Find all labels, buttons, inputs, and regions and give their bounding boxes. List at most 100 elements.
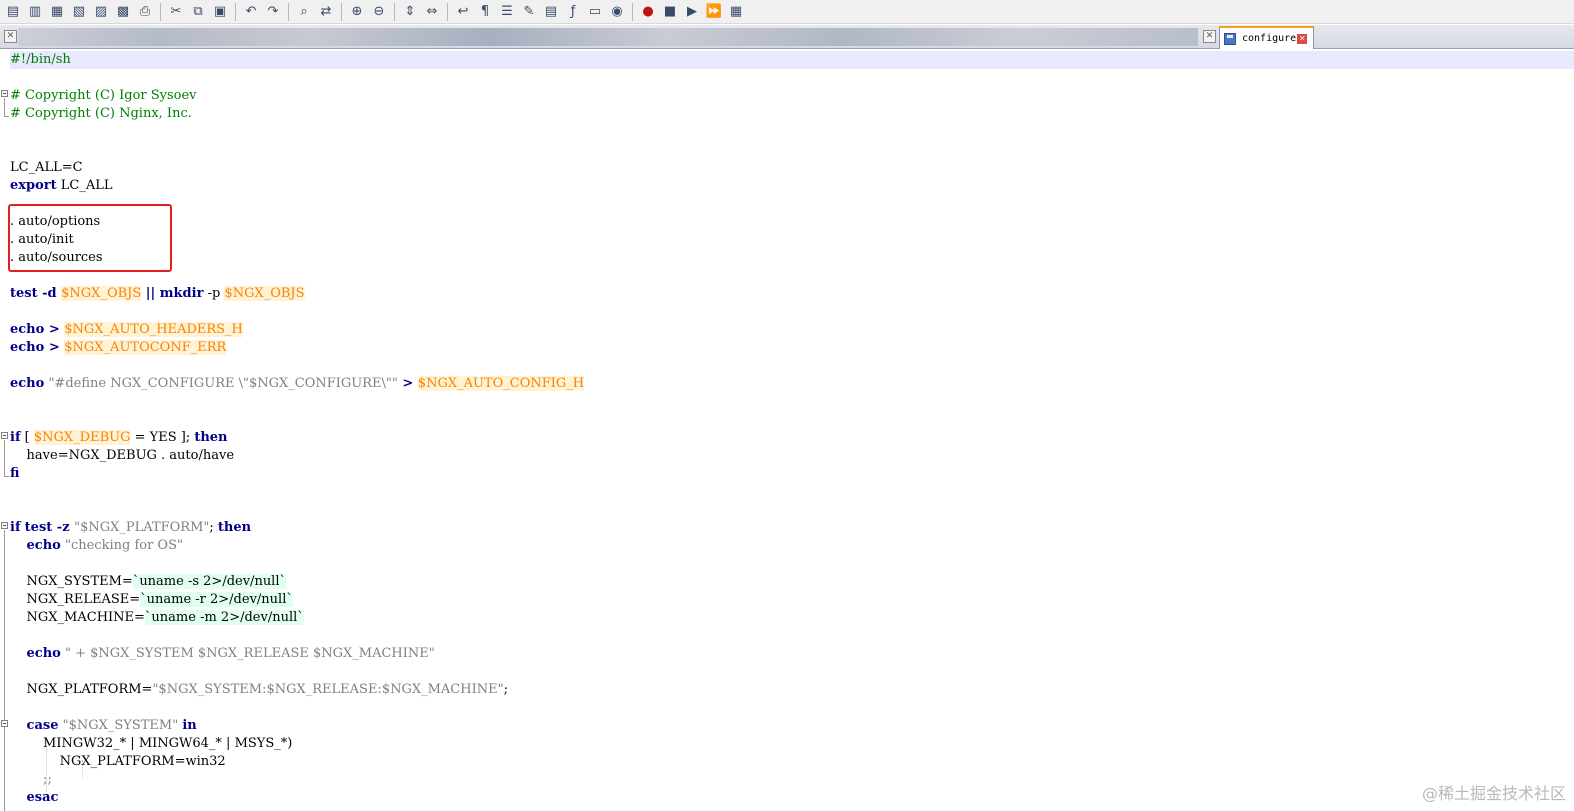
code-token: "checking for OS" xyxy=(60,538,183,553)
code-line[interactable]: echo > $NGX_AUTO_HEADERS_H xyxy=(10,321,243,339)
function-list-icon[interactable]: ƒ xyxy=(563,2,583,22)
code-line[interactable]: esac xyxy=(10,789,59,807)
open-file-icon[interactable]: ▥ xyxy=(25,2,45,22)
code-line[interactable]: echo > $NGX_AUTOCONF_ERR xyxy=(10,339,227,357)
code-line[interactable]: echo "checking for OS" xyxy=(10,537,183,555)
record-macro-icon[interactable]: ● xyxy=(638,2,658,22)
print-icon[interactable]: ⎙ xyxy=(135,2,155,22)
code-line[interactable]: case "$NGX_SYSTEM" in xyxy=(10,717,197,735)
code-line[interactable]: NGX_MACHINE=`uname -m 2>/dev/null` xyxy=(10,609,304,627)
code-token: || xyxy=(141,286,160,301)
code-token: have=NGX_DEBUG . auto/have xyxy=(10,448,235,463)
user-language-icon[interactable]: ✎ xyxy=(519,2,539,22)
code-token: `uname -m 2>/dev/null` xyxy=(144,610,304,625)
indent-guide-icon[interactable]: ☰ xyxy=(497,2,517,22)
code-line[interactable]: echo "#define NGX_CONFIGURE \"$NGX_CONFI… xyxy=(10,375,585,393)
close-icon[interactable]: ✕ xyxy=(1203,30,1216,43)
code-line[interactable]: have=NGX_DEBUG . auto/have xyxy=(10,447,235,465)
copy-icon[interactable]: ⧉ xyxy=(188,2,208,22)
code-token: LC_ALL xyxy=(56,178,113,193)
code-line[interactable]: if test -z "$NGX_PLATFORM"; then xyxy=(10,519,251,537)
code-token: if xyxy=(10,520,21,535)
tab-configure[interactable]: configure ✕ xyxy=(1219,26,1314,49)
code-line[interactable]: NGX_SYSTEM=`uname -s 2>/dev/null` xyxy=(10,573,287,591)
code-token: ; xyxy=(503,682,508,697)
code-line[interactable]: echo " + $NGX_SYSTEM $NGX_RELEASE $NGX_M… xyxy=(10,645,435,663)
fold-toggle-icon[interactable] xyxy=(1,720,8,727)
code-editor[interactable]: #!/bin/sh # Copyright (C) Igor Sysoev # Co… xyxy=(0,50,1574,811)
save-macro-icon[interactable]: ▦ xyxy=(726,2,746,22)
code-token: = YES ]; xyxy=(130,430,195,445)
play-macro-icon[interactable]: ▶ xyxy=(682,2,702,22)
zoom-in-icon[interactable]: ⊕ xyxy=(347,2,367,22)
sync-horizontal-icon[interactable]: ⇔ xyxy=(422,2,442,22)
tab-list-blurred[interactable] xyxy=(18,28,1198,46)
run-macro-multiple-icon[interactable]: ⏩ xyxy=(704,2,724,22)
code-line[interactable]: export LC_ALL xyxy=(10,177,113,195)
close-icon[interactable]: ▨ xyxy=(91,2,111,22)
stop-macro-icon[interactable]: ■ xyxy=(660,2,680,22)
fold-toggle-icon[interactable] xyxy=(1,432,8,439)
code-line[interactable]: MINGW32_* | MINGW64_* | MSYS_*) xyxy=(10,735,292,753)
toolbar-separator xyxy=(341,2,342,21)
code-token: $NGX_OBJS xyxy=(224,286,305,301)
folder-workspace-icon[interactable]: ▭ xyxy=(585,2,605,22)
code-token: export xyxy=(10,178,57,193)
monitoring-icon[interactable]: ◉ xyxy=(607,2,627,22)
replace-icon[interactable]: ⇄ xyxy=(316,2,336,22)
tab-bar: ✕ ✕ configure ✕ xyxy=(0,25,1574,49)
word-wrap-icon[interactable]: ↩ xyxy=(453,2,473,22)
code-line[interactable]: NGX_PLATFORM=win32 xyxy=(10,753,226,771)
code-token: `uname -r 2>/dev/null` xyxy=(140,592,293,607)
code-token: $NGX_AUTO_CONFIG_H xyxy=(417,376,585,391)
toolbar-separator xyxy=(394,2,395,21)
code-token: NGX_PLATFORM= xyxy=(10,682,153,697)
code-token: mkdir xyxy=(159,286,204,301)
code-token: -p xyxy=(203,286,225,301)
toolbar-separator xyxy=(632,2,633,21)
code-line[interactable]: fi xyxy=(10,465,19,483)
code-line[interactable]: NGX_RELEASE=`uname -r 2>/dev/null` xyxy=(10,591,293,609)
doc-map-icon[interactable]: ▤ xyxy=(541,2,561,22)
code-line[interactable]: # Copyright (C) Nginx, Inc. xyxy=(10,105,192,123)
sync-vertical-icon[interactable]: ⇕ xyxy=(400,2,420,22)
code-token: > xyxy=(397,376,418,391)
paste-icon[interactable]: ▣ xyxy=(210,2,230,22)
code-line[interactable]: NGX_PLATFORM="$NGX_SYSTEM:$NGX_RELEASE:$… xyxy=(10,681,508,699)
code-token: echo xyxy=(26,646,61,661)
find-icon[interactable]: ⌕ xyxy=(294,2,314,22)
code-token: LC_ALL=C xyxy=(10,160,83,175)
code-line[interactable]: ;; xyxy=(10,771,52,789)
fold-margin xyxy=(0,50,10,811)
close-icon[interactable]: ✕ xyxy=(4,30,17,43)
code-line[interactable]: # Copyright (C) Igor Sysoev xyxy=(10,87,197,105)
fold-toggle-icon[interactable] xyxy=(1,90,8,97)
fold-toggle-icon[interactable] xyxy=(1,522,8,529)
code-token: NGX_PLATFORM=win32 xyxy=(10,754,226,769)
show-all-chars-icon[interactable]: ¶ xyxy=(475,2,495,22)
code-token: > xyxy=(44,340,65,355)
code-token: "#define NGX_CONFIGURE \"$NGX_CONFIGURE\… xyxy=(44,376,398,391)
code-token: > xyxy=(44,322,65,337)
code-token: NGX_RELEASE= xyxy=(10,592,141,607)
undo-icon[interactable]: ↶ xyxy=(241,2,261,22)
annotation-highlight-box xyxy=(8,204,172,272)
new-file-icon[interactable]: ▤ xyxy=(3,2,23,22)
code-line[interactable]: test -d $NGX_OBJS || mkdir -p $NGX_OBJS xyxy=(10,285,305,303)
code-line[interactable]: if [ $NGX_DEBUG = YES ]; then xyxy=(10,429,228,447)
redo-icon[interactable]: ↷ xyxy=(263,2,283,22)
code-token: echo xyxy=(10,376,45,391)
tab-close-icon[interactable]: ✕ xyxy=(1297,33,1308,44)
close-all-icon[interactable]: ▩ xyxy=(113,2,133,22)
code-token: NGX_MACHINE= xyxy=(10,610,145,625)
fold-line xyxy=(4,530,5,811)
cut-icon[interactable]: ✂ xyxy=(166,2,186,22)
zoom-out-icon[interactable]: ⊖ xyxy=(369,2,389,22)
save-all-icon[interactable]: ▧ xyxy=(69,2,89,22)
code-line[interactable]: LC_ALL=C xyxy=(10,159,83,177)
current-code-line[interactable]: #!/bin/sh xyxy=(10,51,1574,69)
save-icon[interactable]: ▦ xyxy=(47,2,67,22)
